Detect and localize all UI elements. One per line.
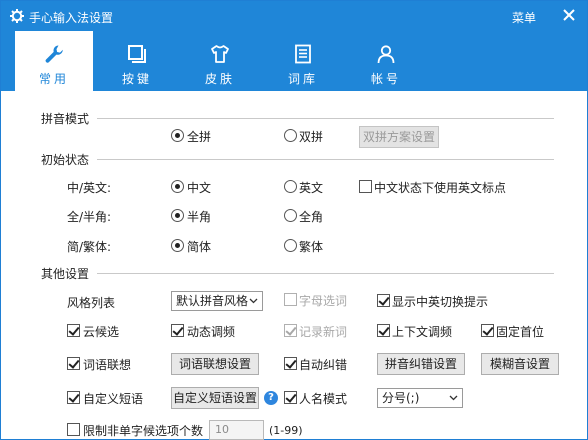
simplified-radio[interactable] [171, 239, 184, 252]
full-width-label: 全角 [299, 210, 324, 224]
style-list-label: 风格列表 [67, 296, 116, 310]
limit-candidates-label: 限制非单字候选项个数 [83, 424, 204, 438]
limit-candidates-input[interactable]: 10 [209, 420, 264, 440]
word-association-settings-button[interactable]: 词语联想设置 [171, 353, 259, 375]
settings-window: 手心输入法设置 菜单 常用 按键 皮肤 词库 帐号 拼音模式 全拼 双拼 双拼方… [0, 0, 588, 440]
traditional-label: 繁体 [299, 240, 324, 254]
tab-skins[interactable]: 皮肤 [181, 31, 259, 91]
document-icon [295, 44, 311, 64]
word-association-checkbox[interactable] [67, 357, 80, 370]
simplified-label: 简体 [187, 240, 212, 254]
section-divider [97, 159, 554, 160]
english-punct-checkbox[interactable] [359, 180, 372, 193]
custom-phrase-settings-button[interactable]: 自定义短语设置 [171, 387, 259, 409]
section-title-other: 其他设置 [41, 267, 90, 281]
title-bar: 手心输入法设置 菜单 [1, 1, 587, 31]
full-pinyin-label: 全拼 [187, 130, 212, 144]
custom-phrase-checkbox[interactable] [67, 391, 80, 404]
limit-candidates-checkbox[interactable] [67, 423, 80, 436]
help-icon[interactable]: ? [264, 391, 278, 405]
close-icon[interactable] [561, 7, 577, 23]
section-divider [97, 273, 554, 274]
fix-first-label: 固定首位 [496, 325, 545, 339]
gear-icon [10, 9, 24, 23]
style-select-value: 默认拼音风格 [176, 294, 249, 308]
dynamic-freq-label: 动态调频 [187, 325, 236, 339]
fix-first-checkbox[interactable] [481, 324, 494, 337]
letter-select-label: 字母选词 [299, 294, 348, 308]
tab-bar: 常用 按键 皮肤 词库 帐号 [1, 31, 587, 91]
cloud-candidate-label: 云候选 [83, 325, 120, 339]
english-radio[interactable] [284, 180, 297, 193]
english-punct-label: 中文状态下使用英文标点 [374, 181, 507, 195]
name-mode-checkbox[interactable] [284, 391, 297, 404]
context-freq-label: 上下文调频 [392, 325, 453, 339]
style-select[interactable]: 默认拼音风格 [171, 291, 263, 311]
chinese-radio[interactable] [171, 180, 184, 193]
show-cn-en-hint-label: 显示中英切换提示 [392, 295, 489, 309]
dynamic-freq-checkbox[interactable] [171, 324, 184, 337]
half-width-label: 半角 [187, 210, 212, 224]
custom-phrase-label: 自定义短语 [83, 392, 144, 406]
record-new-words-checkbox[interactable] [284, 324, 297, 337]
tab-label: 帐号 [370, 72, 401, 86]
tab-label: 皮肤 [204, 72, 235, 86]
half-width-radio[interactable] [171, 209, 184, 222]
tab-dictionary[interactable]: 词库 [264, 31, 342, 91]
cn-en-label: 中/英文: [67, 181, 112, 195]
wrench-icon [45, 45, 63, 63]
name-mode-label: 人名模式 [299, 392, 348, 406]
auto-correct-checkbox[interactable] [284, 357, 297, 370]
full-width-radio[interactable] [284, 209, 297, 222]
english-label: 英文 [299, 181, 324, 195]
shirt-icon [211, 45, 229, 63]
width-label: 全/半角: [67, 210, 112, 224]
context-freq-checkbox[interactable] [377, 324, 390, 337]
pinyin-correct-settings-button[interactable]: 拼音纠错设置 [377, 353, 465, 375]
letter-select-checkbox[interactable] [284, 293, 297, 306]
tab-label: 词库 [287, 72, 318, 86]
menu-button[interactable]: 菜单 [512, 9, 536, 26]
name-mode-select-value: 分号(;) [382, 391, 420, 405]
double-pinyin-label: 双拼 [299, 130, 324, 144]
traditional-radio[interactable] [284, 239, 297, 252]
window-title: 手心输入法设置 [29, 11, 114, 25]
section-title-pinyin-mode: 拼音模式 [41, 112, 90, 126]
chevron-down-icon [449, 395, 458, 401]
double-pinyin-scheme-button[interactable]: 双拼方案设置 [359, 126, 439, 148]
limit-range-label: (1-99) [269, 424, 303, 437]
tab-label: 按键 [121, 72, 152, 86]
fuzzy-sound-settings-button[interactable]: 模糊音设置 [481, 353, 559, 375]
full-pinyin-radio[interactable] [171, 129, 184, 142]
double-pinyin-radio[interactable] [284, 129, 297, 142]
record-new-words-label: 记录新词 [299, 325, 348, 339]
section-title-initial-state: 初始状态 [41, 153, 90, 167]
section-divider [97, 118, 554, 119]
chinese-label: 中文 [187, 181, 212, 195]
name-mode-select[interactable]: 分号(;) [377, 388, 463, 408]
auto-correct-label: 自动纠错 [299, 358, 348, 372]
show-cn-en-hint-checkbox[interactable] [377, 294, 390, 307]
cloud-candidate-checkbox[interactable] [67, 324, 80, 337]
keyboard-icon [128, 45, 146, 63]
script-label: 简/繁体: [67, 240, 112, 254]
user-icon [377, 45, 395, 64]
tab-label: 常用 [38, 72, 69, 86]
chevron-down-icon [249, 298, 258, 304]
tab-account[interactable]: 帐号 [347, 31, 425, 91]
tab-keys[interactable]: 按键 [98, 31, 176, 91]
tab-common[interactable]: 常用 [15, 31, 93, 91]
word-association-label: 词语联想 [83, 358, 132, 372]
